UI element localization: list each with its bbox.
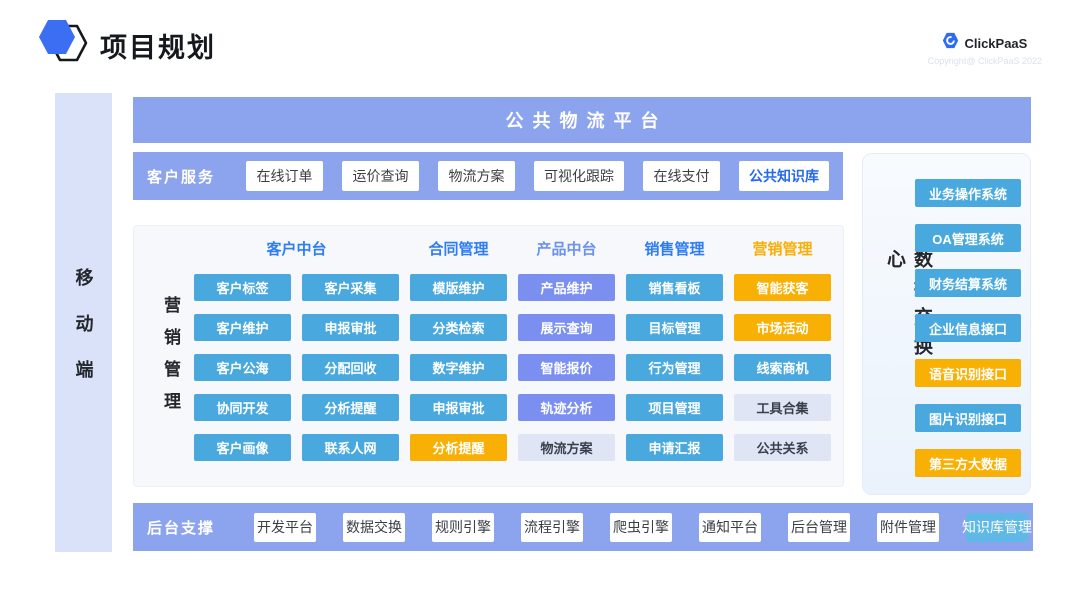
brand-name: ClickPaaS [964, 36, 1027, 51]
grid-cell[interactable]: 客户画像 [194, 434, 291, 461]
grid-cell[interactable]: 线索商机 [734, 354, 831, 381]
backend-button-data-exchange[interactable]: 数据交换 [343, 513, 405, 542]
backend-button-process-engine[interactable]: 流程引擎 [521, 513, 583, 542]
backend-button-backend-mgmt[interactable]: 后台管理 [788, 513, 850, 542]
cs-button-freight-query[interactable]: 运价查询 [342, 161, 419, 191]
exchange-item-business-ops[interactable]: 业务操作系统 [915, 179, 1021, 207]
header-customer-platform: 客户中台 [194, 238, 399, 259]
data-exchange-items: 业务操作系统 OA管理系统 财务结算系统 企业信息接口 语音识别接口 图片识别接… [915, 179, 1021, 477]
main-grid-panel: 营销管理 客户中台 合同管理 产品中台 销售管理 营销管理 客户标签 客户维护 … [133, 225, 844, 487]
grid-column-customer-a: 客户标签 客户维护 客户公海 协同开发 客户画像 [194, 274, 291, 461]
cs-button-logistics-plan[interactable]: 物流方案 [438, 161, 515, 191]
grid-column-customer-b: 客户采集 申报审批 分配回收 分析提醒 联系人网 [302, 274, 399, 461]
backend-button-dev-platform[interactable]: 开发平台 [254, 513, 316, 542]
grid-cell[interactable]: 智能报价 [518, 354, 615, 381]
grid-cell[interactable]: 联系人网 [302, 434, 399, 461]
grid-cell[interactable]: 申报审批 [410, 394, 507, 421]
exchange-item-voice-recognition-api[interactable]: 语音识别接口 [915, 359, 1021, 387]
grid-cell[interactable]: 分析提醒 [410, 434, 507, 461]
grid-cell[interactable]: 分配回收 [302, 354, 399, 381]
customer-service-row: 客户服务 在线订单 运价查询 物流方案 可视化跟踪 在线支付 公共知识库 [133, 152, 843, 200]
header-contract-management: 合同管理 [410, 238, 507, 259]
grid-header-row: 客户中台 合同管理 产品中台 销售管理 营销管理 [194, 238, 843, 259]
cs-button-online-order[interactable]: 在线订单 [246, 161, 323, 191]
header-marketing-management: 营销管理 [734, 238, 831, 259]
backend-button-attachment-mgmt[interactable]: 附件管理 [877, 513, 939, 542]
grid-cell[interactable]: 项目管理 [626, 394, 723, 421]
backend-button-notification-platform[interactable]: 通知平台 [699, 513, 761, 542]
exchange-item-finance-system[interactable]: 财务结算系统 [915, 269, 1021, 297]
page-title: 项目规划 [100, 26, 216, 65]
grid-cell[interactable]: 产品维护 [518, 274, 615, 301]
grid-cell[interactable]: 客户采集 [302, 274, 399, 301]
grid-cell[interactable]: 行为管理 [626, 354, 723, 381]
grid-cell[interactable]: 模版维护 [410, 274, 507, 301]
backend-button-crawler-engine[interactable]: 爬虫引擎 [610, 513, 672, 542]
grid-cell[interactable]: 分类检索 [410, 314, 507, 341]
mobile-side-bar-label: 移动端 [71, 240, 97, 406]
grid-cell[interactable]: 申报审批 [302, 314, 399, 341]
hexagon-logo-icon [36, 18, 92, 66]
grid-cell[interactable]: 展示查询 [518, 314, 615, 341]
grid-column-contract: 模版维护 分类检索 数字维护 申报审批 分析提醒 [410, 274, 507, 461]
header-product-platform: 产品中台 [518, 238, 615, 259]
exchange-item-enterprise-info-api[interactable]: 企业信息接口 [915, 314, 1021, 342]
header-sales-management: 销售管理 [626, 238, 723, 259]
grid-cell[interactable]: 市场活动 [734, 314, 831, 341]
grid-column-product: 产品维护 展示查询 智能报价 轨迹分析 物流方案 [518, 274, 615, 461]
exchange-item-third-party-bigdata[interactable]: 第三方大数据 [915, 449, 1021, 477]
grid-cell[interactable]: 目标管理 [626, 314, 723, 341]
grid-cell[interactable]: 申请汇报 [626, 434, 723, 461]
banner-label: 公共物流平台 [497, 107, 668, 133]
backend-button-rule-engine[interactable]: 规则引擎 [432, 513, 494, 542]
grid-cell[interactable]: 分析提醒 [302, 394, 399, 421]
data-exchange-panel: 数据交换中心 业务操作系统 OA管理系统 财务结算系统 企业信息接口 语音识别接… [862, 153, 1031, 495]
backend-button-knowledge-base-mgmt[interactable]: 知识库管理 [966, 513, 1028, 542]
cs-button-visual-tracking[interactable]: 可视化跟踪 [534, 161, 624, 191]
brand-block: ClickPaaS Copyright@ ClickPaaS 2022 [928, 32, 1042, 66]
marketing-management-side-label: 营销管理 [158, 296, 183, 424]
clickpaas-logo-icon [942, 32, 959, 54]
grid-body: 客户标签 客户维护 客户公海 协同开发 客户画像 客户采集 申报审批 分配回收 … [194, 274, 843, 461]
exchange-item-oa-system[interactable]: OA管理系统 [915, 224, 1021, 252]
exchange-item-image-recognition-api[interactable]: 图片识别接口 [915, 404, 1021, 432]
cs-button-online-payment[interactable]: 在线支付 [643, 161, 720, 191]
grid-cell[interactable]: 智能获客 [734, 274, 831, 301]
cs-button-public-knowledge-base[interactable]: 公共知识库 [739, 161, 829, 191]
grid-cell[interactable]: 数字维护 [410, 354, 507, 381]
public-logistics-platform-banner: 公共物流平台 [133, 97, 1031, 143]
backend-support-row: 后台支撑 开发平台 数据交换 规则引擎 流程引擎 爬虫引擎 通知平台 后台管理 … [133, 503, 1033, 551]
grid-cell[interactable]: 公共关系 [734, 434, 831, 461]
grid-column-sales: 销售看板 目标管理 行为管理 项目管理 申请汇报 [626, 274, 723, 461]
mobile-side-bar: 移动端 [55, 93, 112, 552]
customer-service-label: 客户服务 [147, 166, 215, 187]
grid-cell[interactable]: 工具合集 [734, 394, 831, 421]
grid-cell[interactable]: 销售看板 [626, 274, 723, 301]
grid-cell[interactable]: 客户维护 [194, 314, 291, 341]
copyright-text: Copyright@ ClickPaaS 2022 [928, 56, 1042, 66]
backend-support-label: 后台支撑 [147, 517, 215, 538]
grid-column-marketing: 智能获客 市场活动 线索商机 工具合集 公共关系 [734, 274, 831, 461]
grid-cell[interactable]: 轨迹分析 [518, 394, 615, 421]
grid-cell[interactable]: 协同开发 [194, 394, 291, 421]
grid-cell[interactable]: 客户公海 [194, 354, 291, 381]
grid-cell[interactable]: 客户标签 [194, 274, 291, 301]
grid-cell[interactable]: 物流方案 [518, 434, 615, 461]
page: 项目规划 ClickPaaS Copyright@ ClickPaaS 2022… [0, 0, 1080, 608]
